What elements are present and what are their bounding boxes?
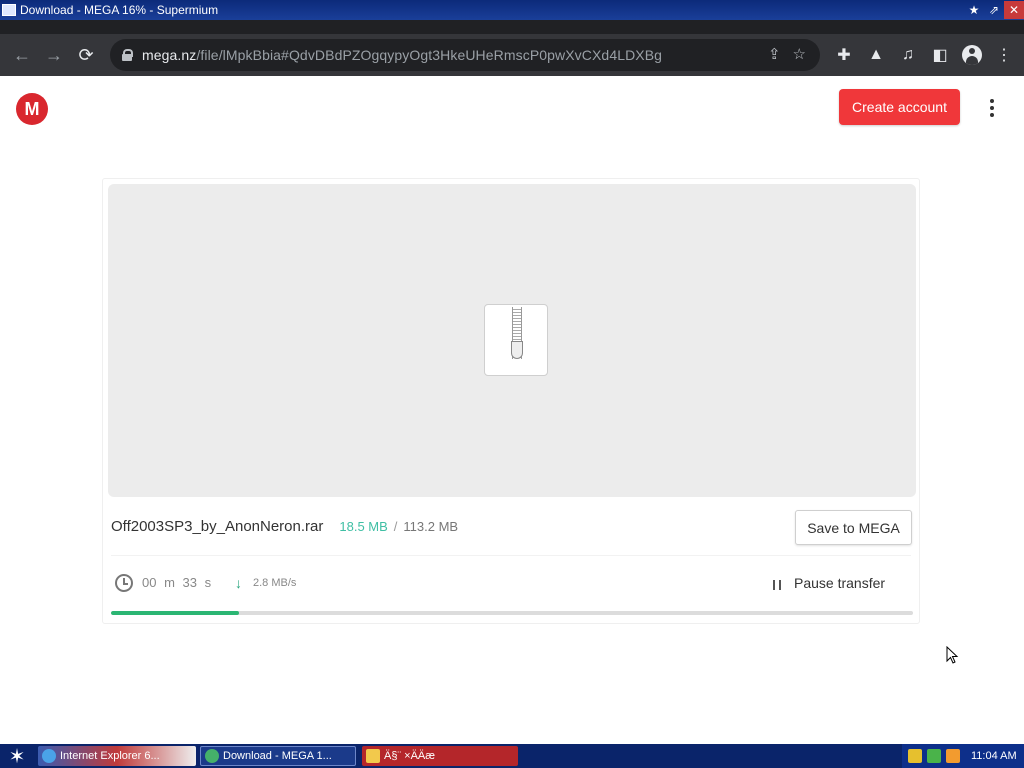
- ie-icon: [42, 749, 56, 763]
- folder-icon: [366, 749, 380, 763]
- mega-logo[interactable]: M: [16, 93, 48, 125]
- pin-icon[interactable]: ★: [964, 1, 984, 19]
- download-card: Off2003SP3_by_AnonNeron.rar 18.5 MB / 11…: [102, 178, 920, 624]
- reload-icon[interactable]: ⟳: [70, 39, 102, 71]
- browser-icon: [205, 749, 219, 763]
- taskbar-item[interactable]: Internet Explorer 6...: [38, 746, 196, 766]
- search-icon[interactable]: [946, 749, 960, 763]
- url-path: /file/lMpkBbia#QdvDBdPZOgqypyOgt3HkeUHeR…: [196, 47, 663, 63]
- file-info-row: Off2003SP3_by_AnonNeron.rar 18.5 MB / 11…: [103, 497, 919, 555]
- more-options-icon[interactable]: [982, 96, 1002, 120]
- taskbar-item-label: Internet Explorer 6...: [60, 750, 160, 762]
- create-account-button[interactable]: Create account: [839, 89, 960, 125]
- network-icon[interactable]: [927, 749, 941, 763]
- url-text[interactable]: mega.nz/file/lMpkBbia#QdvDBdPZOgqypyOgt3…: [142, 47, 662, 63]
- taskbar-item-label: Ä§¨ ×ÄÄæ: [384, 750, 436, 762]
- save-to-mega-button[interactable]: Save to MEGA: [795, 510, 912, 545]
- taskbar: ✶ Internet Explorer 6... Download - MEGA…: [0, 744, 1024, 768]
- pause-icon[interactable]: [773, 580, 781, 590]
- tab-strip: [0, 20, 1024, 34]
- forward-icon[interactable]: →: [38, 39, 70, 71]
- download-speed: 2.8 MB/s: [253, 577, 297, 589]
- file-name: Off2003SP3_by_AnonNeron.rar: [111, 517, 324, 535]
- back-icon[interactable]: ←: [6, 39, 38, 71]
- taskbar-item[interactable]: Download - MEGA 1...: [200, 746, 356, 766]
- time-remaining: 00 m 33 s: [142, 575, 212, 590]
- star-icon[interactable]: ☆: [793, 45, 806, 63]
- restore-icon[interactable]: ⇗: [984, 1, 1004, 19]
- download-arrow-icon: ↓: [235, 575, 242, 591]
- taskbar-clock: 11:04 AM: [971, 750, 1017, 762]
- menu-icon[interactable]: ⋮: [988, 39, 1020, 71]
- window-title: Download - MEGA 16% - Supermium: [20, 3, 219, 17]
- share-icon[interactable]: ⇪: [768, 45, 781, 63]
- labs-icon[interactable]: ▲: [860, 39, 892, 71]
- transfer-stats: 00 m 33 s ↓ 2.8 MB/s Pause transfer: [103, 556, 919, 612]
- page-content: M Create account Off2003SP3_by_AnonNeron…: [0, 76, 1024, 744]
- shield-icon[interactable]: [908, 749, 922, 763]
- profile-icon[interactable]: [956, 39, 988, 71]
- browser-toolbar: ← → ⟳ mega.nz/file/lMpkBbia#QdvDBdPZOgqy…: [0, 34, 1024, 76]
- size-separator: /: [393, 518, 398, 534]
- window-titlebar: Download - MEGA 16% - Supermium ★ ⇗ ✕: [0, 0, 1024, 20]
- taskbar-item-label: Download - MEGA 1...: [223, 750, 332, 762]
- pause-transfer-button[interactable]: Pause transfer: [794, 575, 885, 591]
- sidepanel-icon[interactable]: ◧: [924, 39, 956, 71]
- mouse-cursor-icon: [946, 646, 959, 664]
- total-size: 113.2 MB: [403, 518, 459, 534]
- close-icon[interactable]: ✕: [1004, 1, 1024, 19]
- archive-file-icon: [484, 304, 548, 376]
- progress-fill: [111, 611, 240, 615]
- progress-bar: [111, 611, 913, 615]
- window-icon: [2, 4, 16, 16]
- media-icon[interactable]: ♫: [892, 39, 924, 71]
- lock-icon: [122, 49, 133, 61]
- address-bar[interactable]: mega.nz/file/lMpkBbia#QdvDBdPZOgqypyOgt3…: [110, 39, 820, 71]
- file-preview: [108, 184, 916, 497]
- downloaded-size: 18.5 MB: [339, 518, 388, 534]
- url-domain: mega.nz: [142, 47, 197, 63]
- system-tray: 11:04 AM: [902, 744, 1024, 768]
- clock-icon: [115, 574, 133, 592]
- taskbar-item[interactable]: Ä§¨ ×ÄÄæ: [362, 746, 518, 766]
- start-icon[interactable]: ✶: [0, 744, 34, 768]
- extensions-icon[interactable]: ✚: [828, 39, 860, 71]
